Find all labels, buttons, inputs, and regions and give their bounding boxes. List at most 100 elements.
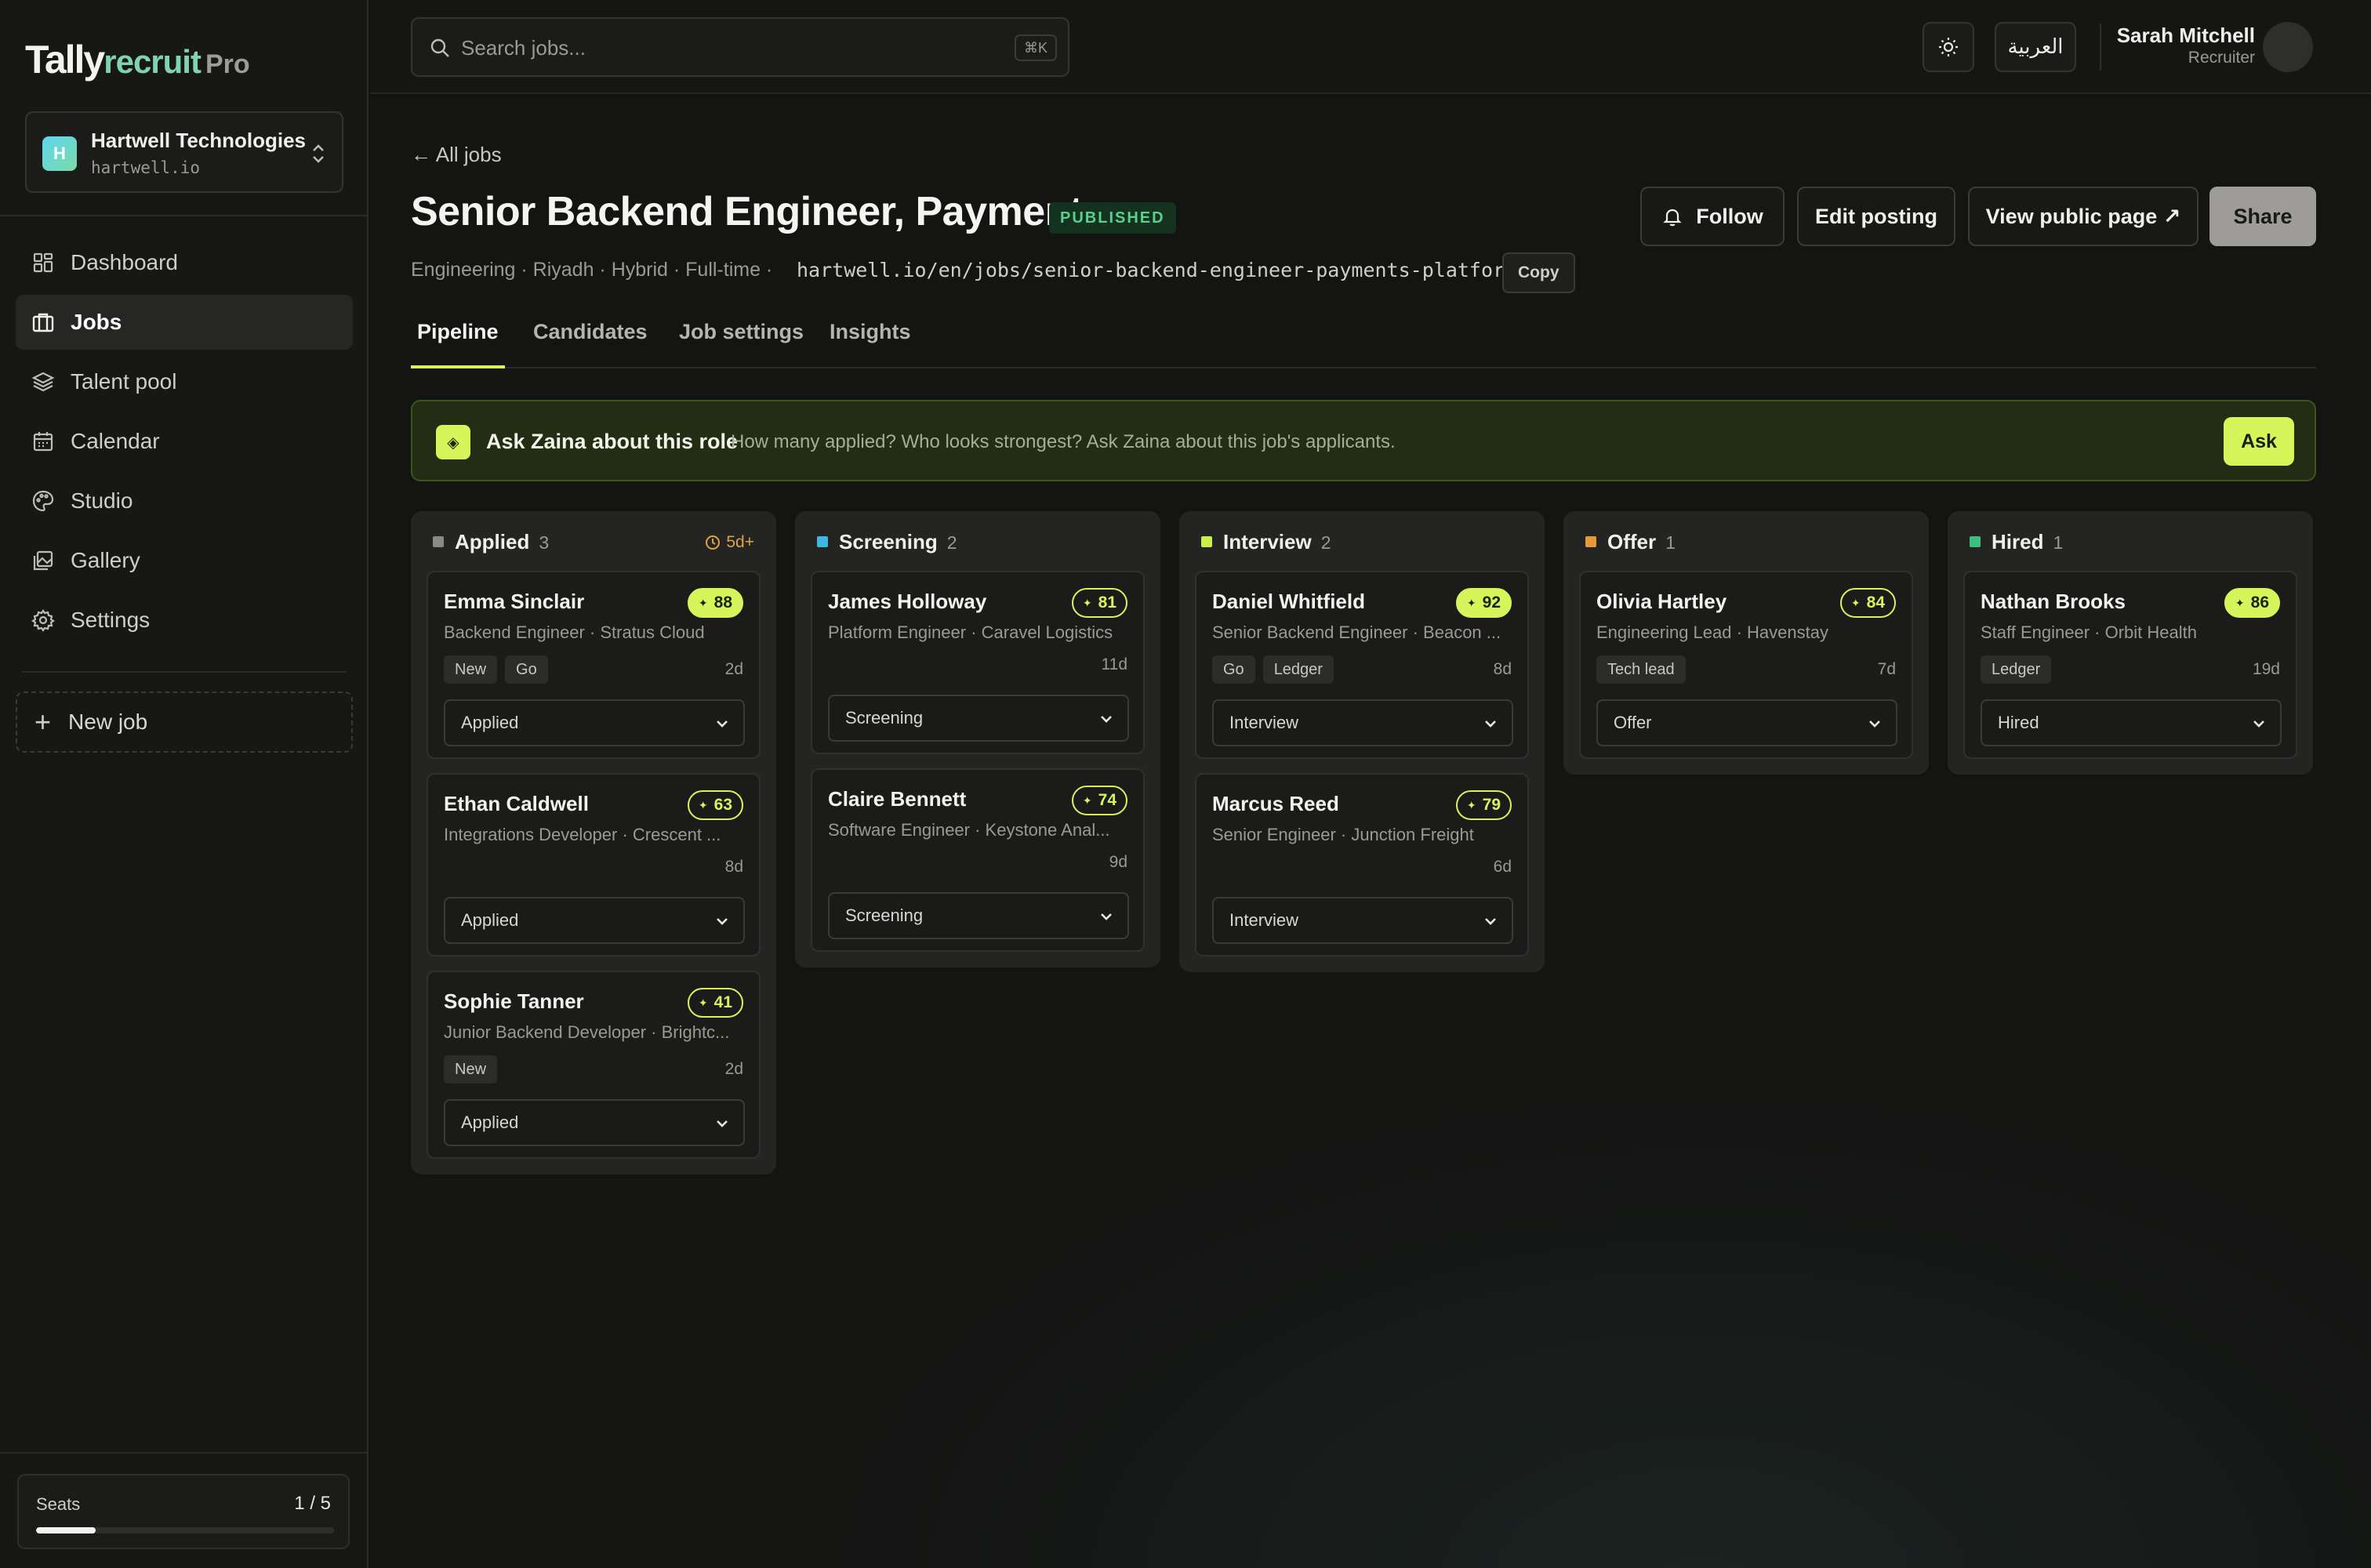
sla-warning: 5d+ <box>704 533 754 552</box>
chevron-down-icon <box>1101 913 1112 920</box>
column-name: Interview <box>1223 530 1312 554</box>
candidate-card[interactable]: Marcus Reed ✦ 79 Senior Engineer · Junction… <box>1195 773 1529 956</box>
candidate-name[interactable]: Nathan Brooks <box>1981 590 2126 614</box>
seats-progress-fill <box>36 1527 96 1534</box>
job-meta: Engineering · Riyadh · Hybrid · Full-tim… <box>411 259 773 281</box>
main-content: ← All jobs Senior Backend Engineer, Paym… <box>370 96 2371 1568</box>
search-placeholder: Search jobs... <box>461 36 586 60</box>
dashboard-icon <box>31 251 55 274</box>
chevron-down-icon <box>1485 918 1496 925</box>
candidate-name[interactable]: Daniel Whitfield <box>1212 590 1365 614</box>
match-score: 84 <box>1866 593 1885 612</box>
candidate-age: 2d <box>724 660 743 678</box>
column-title: Hired 1 <box>1992 530 2063 554</box>
tab-candidates[interactable]: Candidates <box>527 320 654 368</box>
candidate-name[interactable]: Emma Sinclair <box>444 590 584 614</box>
sparkle-icon: ✦ <box>698 597 708 609</box>
candidate-name[interactable]: Sophie Tanner <box>444 989 584 1014</box>
sidebar-item-jobs[interactable]: Jobs <box>16 295 353 350</box>
candidate-card[interactable]: Emma Sinclair ✦ 88 Backend Engineer · Strat… <box>427 571 761 759</box>
candidate-name[interactable]: Ethan Caldwell <box>444 792 589 816</box>
tab-insights[interactable]: Insights <box>823 320 917 368</box>
share-button[interactable]: Share <box>2209 187 2316 246</box>
match-score-badge: ✦ 81 <box>1071 588 1127 618</box>
chevron-updown-icon <box>313 144 324 163</box>
sparkle-icon: ✦ <box>1850 597 1861 609</box>
tab-job-settings[interactable]: Job settings <box>673 320 810 368</box>
sidebar: Tallyrecruit Pro H Hartwell Technologies … <box>0 0 369 1568</box>
column-header: Hired 1 <box>1948 511 2313 571</box>
candidate-card[interactable]: Sophie Tanner ✦ 41 Junior Backend Developer… <box>427 971 761 1159</box>
candidate-card[interactable]: Olivia Hartley ✦ 84 Engineering Lead · Have… <box>1579 571 1913 759</box>
stage-select[interactable]: Screening <box>828 892 1129 939</box>
calendar-icon <box>31 430 55 453</box>
column-name: Screening <box>839 530 938 554</box>
stage-select[interactable]: Hired <box>1981 699 2282 746</box>
sparkle-icon: ✦ <box>1082 794 1092 807</box>
stage-select[interactable]: Interview <box>1212 897 1513 944</box>
match-score-badge: ✦ 63 <box>687 790 743 820</box>
app-logo[interactable]: Tallyrecruit Pro <box>25 36 250 88</box>
pipeline-column-screening: Screening 2 James Holloway ✦ 81 Platform Engi… <box>795 511 1160 967</box>
theme-toggle-button[interactable] <box>1923 22 1974 72</box>
candidate-card[interactable]: Ethan Caldwell ✦ 63 Integrations Developer … <box>427 773 761 956</box>
avatar[interactable] <box>2263 22 2313 72</box>
edit-posting-button[interactable]: Edit posting <box>1797 187 1955 246</box>
chevron-down-icon <box>717 720 728 728</box>
match-score: 74 <box>1098 791 1117 809</box>
candidate-card[interactable]: Nathan Brooks ✦ 86 Staff Engineer · Orbit H… <box>1963 571 2297 759</box>
stage-select[interactable]: Applied <box>444 897 745 944</box>
sla-label: 5d+ <box>726 533 754 551</box>
sidebar-item-gallery[interactable]: Gallery <box>16 533 353 588</box>
sidebar-divider <box>22 671 347 673</box>
match-score: 41 <box>713 993 732 1011</box>
sidebar-item-dashboard[interactable]: Dashboard <box>16 235 353 290</box>
stage-select[interactable]: Screening <box>828 695 1129 742</box>
org-switcher[interactable]: H Hartwell Technologies hartwell.io <box>25 111 343 193</box>
job-public-url[interactable]: hartwell.io/en/jobs/senior-backend-engin… <box>797 259 1516 281</box>
seats-progress-bar <box>36 1527 334 1534</box>
sidebar-item-settings[interactable]: Settings <box>16 593 353 648</box>
stage-color-dot <box>817 536 828 547</box>
sidebar-item-calendar[interactable]: Calendar <box>16 414 353 469</box>
candidate-name[interactable]: Olivia Hartley <box>1596 590 1727 614</box>
candidate-role: Junior Backend Developer · Brightc... <box>444 1022 730 1042</box>
candidate-tags: New Go <box>444 655 556 684</box>
match-score: 81 <box>1098 593 1117 612</box>
tab-pipeline[interactable]: Pipeline <box>411 320 505 368</box>
candidate-card[interactable]: James Holloway ✦ 81 Platform Engineer · Car… <box>811 571 1145 754</box>
seats-usage: Seats 1 / 5 <box>17 1474 350 1549</box>
stage-select[interactable]: Applied <box>444 699 745 746</box>
column-count: 2 <box>1320 532 1331 553</box>
copy-url-button[interactable]: Copy <box>1502 252 1575 293</box>
page-title: Senior Backend Engineer, Payments <box>411 189 1106 234</box>
candidate-card[interactable]: Claire Bennett ✦ 74 Software Engineer · Key… <box>811 768 1145 952</box>
ask-button[interactable]: Ask <box>2224 417 2294 466</box>
stage-select[interactable]: Applied <box>444 1099 745 1146</box>
view-public-page-button[interactable]: View public page ↗ <box>1968 187 2199 246</box>
candidate-age: 19d <box>2252 660 2280 678</box>
sidebar-item-studio[interactable]: Studio <box>16 474 353 528</box>
candidate-card[interactable]: Daniel Whitfield ✦ 92 Senior Backend Engine… <box>1195 571 1529 759</box>
sidebar-item-label: Dashboard <box>71 250 178 274</box>
sidebar-item-talent-pool[interactable]: Talent pool <box>16 354 353 409</box>
stage-select[interactable]: Offer <box>1596 699 1897 746</box>
candidate-name[interactable]: James Holloway <box>828 590 986 614</box>
palette-icon <box>31 489 55 513</box>
gallery-icon <box>31 549 55 572</box>
layers-icon <box>31 370 55 394</box>
candidate-age: 7d <box>1877 660 1896 678</box>
column-name: Applied <box>455 530 530 554</box>
candidate-name[interactable]: Marcus Reed <box>1212 792 1339 816</box>
chevron-down-icon <box>1485 720 1496 728</box>
follow-button[interactable]: Follow <box>1640 187 1785 246</box>
language-toggle-button[interactable]: العربية <box>1995 22 2076 72</box>
candidate-name[interactable]: Claire Bennett <box>828 787 966 811</box>
stage-select[interactable]: Interview <box>1212 699 1513 746</box>
new-job-button[interactable]: + New job <box>16 691 353 753</box>
back-to-jobs-link[interactable]: ← All jobs <box>411 143 502 167</box>
pipeline-column-hired: Hired 1 Nathan Brooks ✦ 86 Staff Engineer · O… <box>1948 511 2313 775</box>
org-domain: hartwell.io <box>91 158 201 177</box>
match-score-badge: ✦ 79 <box>1455 790 1512 820</box>
search-input[interactable]: Search jobs... ⌘K <box>411 17 1069 77</box>
